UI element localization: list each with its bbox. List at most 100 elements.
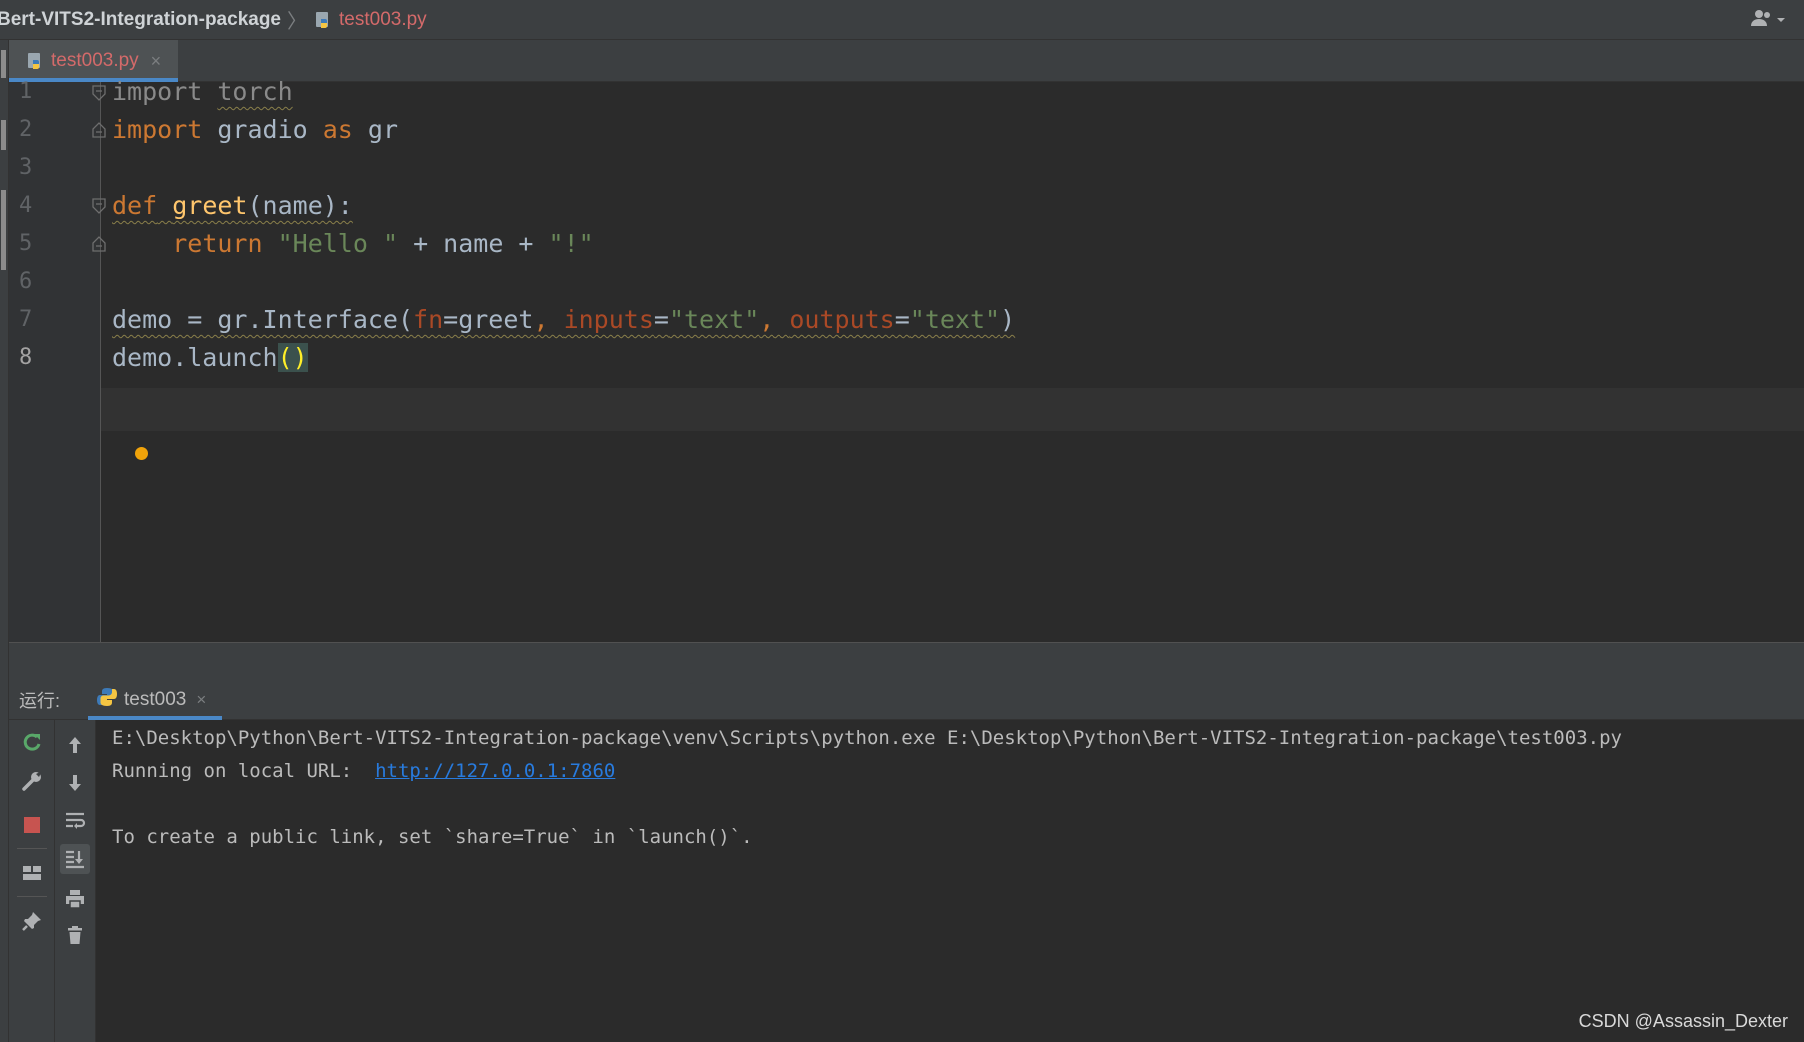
close-icon[interactable]: × bbox=[151, 51, 162, 72]
close-icon[interactable]: × bbox=[196, 690, 206, 710]
line-number: 2 bbox=[19, 117, 33, 142]
code-expression: demo = gr.Interface( bbox=[112, 305, 414, 334]
fold-collapse-icon[interactable] bbox=[92, 198, 106, 214]
breadcrumb-project[interactable]: Bert-VITS2-Integration-package bbox=[0, 9, 281, 31]
trash-icon bbox=[68, 926, 82, 944]
local-url-link[interactable]: http://127.0.0.1:7860 bbox=[375, 760, 615, 782]
console-running-prefix: Running on local URL: bbox=[112, 760, 376, 782]
code-expression: + name + bbox=[398, 229, 549, 258]
fold-end-icon[interactable] bbox=[92, 122, 106, 138]
code-expression: demo.launch bbox=[112, 343, 278, 372]
arrow-up-icon bbox=[69, 737, 81, 753]
code-keyword: return bbox=[172, 229, 263, 258]
code-module: gradio bbox=[217, 115, 308, 144]
account-menu[interactable] bbox=[1750, 9, 1786, 32]
tab-label: test003.py bbox=[51, 50, 139, 71]
editor-gutter: 1 2 3 4 5 6 7 8 bbox=[9, 79, 106, 642]
python-logo-icon bbox=[96, 686, 118, 713]
navigation-bar: Bert-VITS2-Integration-package 〉 test003… bbox=[0, 0, 1804, 40]
left-tool-strip bbox=[0, 40, 9, 1042]
code-param-name: outputs bbox=[789, 305, 895, 334]
code-string: "!" bbox=[548, 229, 594, 258]
console-command-line: E:\Desktop\Python\Bert-VITS2-Integration… bbox=[112, 727, 1622, 749]
user-icon bbox=[1750, 9, 1772, 32]
clear-all-button[interactable] bbox=[60, 920, 90, 950]
scroll-to-end-icon bbox=[66, 850, 84, 869]
code-keyword: import bbox=[112, 77, 203, 106]
previous-occurrence-button[interactable] bbox=[60, 730, 90, 760]
code-operator: = bbox=[894, 305, 910, 334]
code-keyword: import bbox=[112, 115, 203, 144]
code-keyword: def bbox=[112, 191, 158, 220]
run-toolbar-primary bbox=[9, 720, 55, 1042]
line-number: 3 bbox=[19, 155, 33, 180]
code-line-7[interactable]: demo = gr.Interface(fn=greet, inputs="te… bbox=[112, 298, 1015, 341]
arrow-down-icon bbox=[69, 775, 81, 791]
code-editor[interactable]: 1 2 3 4 5 6 7 8 import torch import grad… bbox=[9, 77, 1804, 642]
soft-wrap-icon bbox=[66, 812, 86, 829]
run-tab-test003[interactable]: test003 × bbox=[88, 680, 223, 720]
scroll-to-end-button[interactable] bbox=[60, 844, 90, 874]
chevron-down-icon bbox=[1776, 11, 1786, 29]
breadcrumb-file[interactable]: test003.py bbox=[339, 9, 427, 31]
intention-bulb-icon[interactable] bbox=[135, 447, 148, 460]
code-alias: gr bbox=[367, 115, 399, 144]
breadcrumb-separator: 〉 bbox=[287, 11, 307, 33]
code-param-name: fn bbox=[413, 305, 444, 334]
code-comma: , bbox=[533, 305, 564, 334]
line-number: 1 bbox=[19, 79, 33, 104]
fold-end-icon[interactable] bbox=[92, 236, 106, 252]
line-number-current: 8 bbox=[19, 345, 33, 370]
code-expression: =greet bbox=[443, 305, 534, 334]
console-share-hint: To create a public link, set `share=True… bbox=[112, 826, 753, 848]
soft-wrap-button[interactable] bbox=[60, 806, 90, 836]
code-params: (name): bbox=[247, 191, 353, 220]
line-number: 6 bbox=[19, 269, 33, 294]
run-tool-window-header: 运行: test003 × bbox=[9, 680, 1804, 720]
rerun-button[interactable] bbox=[17, 728, 47, 758]
run-console[interactable]: E:\Desktop\Python\Bert-VITS2-Integration… bbox=[96, 720, 1804, 1042]
pin-tab-button[interactable] bbox=[17, 906, 47, 936]
active-tab-indicator bbox=[88, 715, 223, 720]
tool-strip-favorites-mark[interactable] bbox=[1, 190, 6, 270]
rerun-icon bbox=[23, 733, 41, 751]
next-occurrence-button[interactable] bbox=[60, 768, 90, 798]
stop-button[interactable] bbox=[17, 810, 47, 840]
watermark: CSDN @Assassin_Dexter bbox=[1578, 1011, 1788, 1031]
line-number: 5 bbox=[19, 231, 33, 256]
restore-layout-button[interactable] bbox=[17, 858, 47, 888]
line-number: 4 bbox=[19, 193, 33, 218]
code-line-4[interactable]: def greet(name): bbox=[112, 184, 353, 227]
code-string: "Hello " bbox=[277, 229, 399, 258]
code-operator: = bbox=[653, 305, 669, 334]
tool-strip-project-mark[interactable] bbox=[1, 50, 6, 78]
code-function-name: greet bbox=[172, 191, 248, 220]
code-paren: ) bbox=[1000, 305, 1016, 334]
modify-run-config-button[interactable] bbox=[17, 766, 47, 796]
run-toolbar-secondary bbox=[55, 720, 96, 1042]
code-line-2[interactable]: import gradio as gr bbox=[112, 108, 398, 151]
code-string: "text" bbox=[909, 305, 1001, 334]
layout-icon bbox=[23, 866, 41, 880]
wrench-icon bbox=[22, 772, 41, 791]
tool-strip-structure-mark[interactable] bbox=[1, 120, 6, 150]
code-keyword: as bbox=[322, 115, 353, 144]
code-line-8[interactable]: demo.launch() bbox=[112, 336, 308, 379]
code-string: "text" bbox=[668, 305, 760, 334]
toolbar-separator bbox=[17, 848, 47, 849]
fold-collapse-icon[interactable] bbox=[92, 85, 106, 101]
run-tab-label: test003 bbox=[124, 688, 187, 710]
stop-icon bbox=[24, 817, 40, 833]
panel-splitter[interactable] bbox=[9, 642, 1804, 680]
code-line-5[interactable]: return "Hello " + name + "!" bbox=[112, 222, 594, 265]
print-icon bbox=[66, 890, 84, 909]
code-param-name: inputs bbox=[563, 305, 654, 334]
run-label: 运行: bbox=[19, 690, 61, 711]
code-comma: , bbox=[759, 305, 790, 334]
python-file-icon bbox=[313, 10, 333, 30]
line-number: 7 bbox=[19, 307, 33, 332]
code-line-1[interactable]: import torch bbox=[112, 70, 293, 113]
print-button[interactable] bbox=[60, 884, 90, 914]
code-module-unused: torch bbox=[217, 77, 293, 106]
python-file-icon bbox=[25, 51, 45, 71]
